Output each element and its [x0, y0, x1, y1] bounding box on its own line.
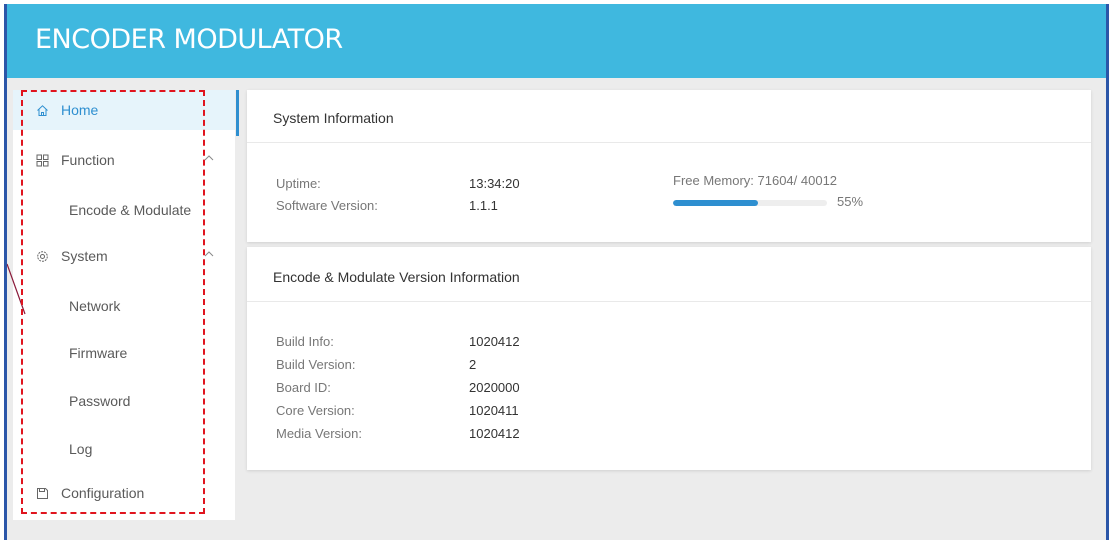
sidebar-item-label: Firmware [69, 345, 128, 361]
gear-icon [35, 249, 49, 263]
sidebar-item-label: Configuration [61, 485, 145, 501]
home-icon [35, 103, 49, 117]
sidebar-item-function[interactable]: Function [13, 140, 235, 180]
chevron-up-icon [203, 150, 215, 161]
board-id-label: Board ID: [276, 380, 331, 395]
app-title: ENCODER MODULATOR [35, 24, 343, 55]
sidebar-item-network[interactable]: Network [13, 286, 235, 326]
chevron-up-icon [203, 246, 215, 257]
active-indicator [236, 90, 239, 136]
uptime-value: 13:34:20 [469, 176, 520, 191]
sidebar-item-label: Network [69, 298, 121, 314]
version-info-card: Encode & Modulate Version Information Bu… [247, 247, 1091, 470]
board-id-value: 2020000 [469, 380, 520, 395]
build-info-value: 1020412 [469, 334, 520, 349]
sidebar-item-label: Log [69, 441, 93, 457]
memory-progress-bar [673, 200, 827, 206]
sidebar-item-home[interactable]: Home [13, 90, 239, 136]
core-version-label: Core Version: [276, 403, 355, 418]
media-version-label: Media Version: [276, 426, 362, 441]
sidebar-item-label: Password [69, 393, 131, 409]
system-info-card: System Information Uptime: 13:34:20 Soft… [247, 90, 1091, 242]
memory-progress-fill [673, 200, 758, 206]
app-window: ENCODER MODULATOR Home Function Encode &… [4, 4, 1109, 540]
app-header: ENCODER MODULATOR [7, 4, 1106, 78]
sidebar-item-system[interactable]: System [13, 236, 235, 276]
sidebar-item-label: Encode & Modulate [69, 202, 192, 218]
sidebar-item-password[interactable]: Password [13, 381, 235, 421]
sidebar-item-firmware[interactable]: Firmware [13, 333, 235, 373]
free-memory-text: Free Memory: 71604/ 40012 [673, 173, 838, 188]
system-info-title: System Information [273, 110, 394, 126]
build-info-label: Build Info: [276, 334, 334, 349]
sidebar-item-label: Function [61, 152, 115, 168]
divider [247, 301, 1091, 302]
media-version-value: 1020412 [469, 426, 520, 441]
software-version-label: Software Version: [276, 198, 378, 213]
uptime-label: Uptime: [276, 176, 321, 191]
core-version-value: 1020411 [469, 403, 519, 418]
build-version-value: 2 [469, 357, 477, 372]
sidebar-item-configuration[interactable]: Configuration [13, 473, 235, 513]
sidebar-item-label: System [61, 248, 108, 264]
sidebar-item-log[interactable]: Log [13, 429, 235, 469]
sidebar-item-encode-modulate[interactable]: Encode & Modulate [13, 190, 235, 230]
software-version-value: 1.1.1 [469, 198, 498, 213]
save-icon [35, 486, 49, 500]
grid-icon [35, 153, 49, 167]
sidebar-nav: Home Function Encode & Modulate System N… [13, 90, 239, 520]
memory-percent: 55% [837, 194, 864, 209]
divider [247, 142, 1091, 143]
sidebar-item-label: Home [61, 102, 99, 118]
build-version-label: Build Version: [276, 357, 356, 372]
version-info-title: Encode & Modulate Version Information [273, 269, 520, 285]
